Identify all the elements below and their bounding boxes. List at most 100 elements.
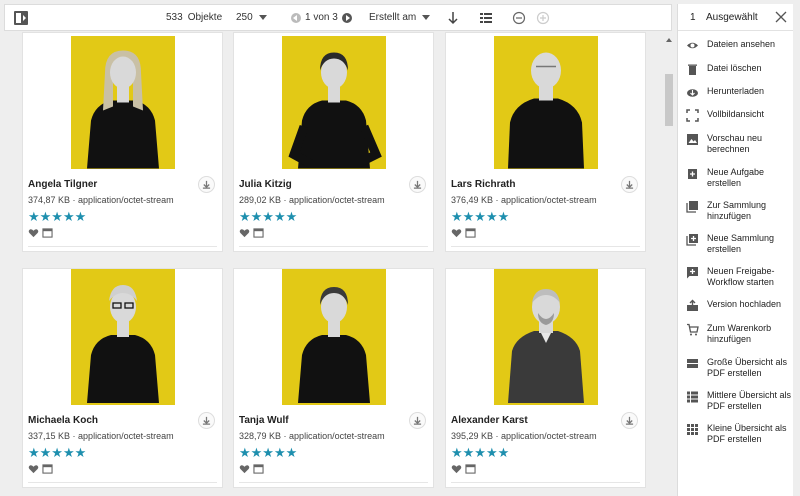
workflow-icon xyxy=(687,267,698,279)
next-page-icon[interactable] xyxy=(341,12,352,23)
panel-action-label: Dateien ansehen xyxy=(707,39,776,49)
zoom-in-icon[interactable] xyxy=(535,10,551,26)
file-type: application/octet-stream xyxy=(78,431,174,441)
panel-action-label: Neue Sammlung erstellen xyxy=(707,233,775,254)
panel-action-image[interactable]: Vorschau neu berechnen xyxy=(678,133,794,163)
file-type: application/octet-stream xyxy=(501,195,597,205)
asset-meta: 328,79 KB · application/octet-stream xyxy=(239,431,385,441)
collection-add-icon xyxy=(686,234,698,246)
panel-action-small-grid[interactable]: Kleine Übersicht als PDF erstellen xyxy=(678,423,794,453)
asset-thumbnail[interactable] xyxy=(494,269,598,405)
file-size: 337,15 KB xyxy=(28,431,71,441)
task-add-icon xyxy=(688,169,697,179)
window-icon[interactable] xyxy=(253,228,264,238)
panel-action-label: Neue Aufgabe erstellen xyxy=(707,167,765,188)
asset-card[interactable]: Lars Richrath 376,49 KB · application/oct… xyxy=(445,32,646,252)
download-icon[interactable] xyxy=(621,412,638,429)
file-size: 376,49 KB xyxy=(451,195,494,205)
pagination: 1 von 3 xyxy=(291,12,352,23)
panel-action-collection[interactable]: Zur Sammlung hinzufügen xyxy=(678,200,794,230)
rating-stars[interactable]: ★★★★★ xyxy=(28,445,86,461)
sort-direction-icon[interactable] xyxy=(445,10,461,26)
download-icon[interactable] xyxy=(198,412,215,429)
rating-stars[interactable]: ★★★★★ xyxy=(451,209,509,225)
window-icon[interactable] xyxy=(465,228,476,238)
asset-meta: 376,49 KB · application/octet-stream xyxy=(451,195,597,205)
card-divider xyxy=(28,246,217,247)
collection-icon xyxy=(686,201,698,213)
panel-action-label: Version hochladen xyxy=(707,299,782,309)
rating-stars[interactable]: ★★★★★ xyxy=(239,445,297,461)
trash-icon xyxy=(688,64,697,75)
cart-add-icon xyxy=(687,323,699,336)
rating-stars[interactable]: ★★★★★ xyxy=(239,209,297,225)
toolbar: 533 Objekte 250 1 von 3 Erstellt am xyxy=(4,4,672,31)
cloud-download-icon xyxy=(687,89,698,97)
panel-action-collection-add[interactable]: Neue Sammlung erstellen xyxy=(678,233,794,263)
list-view-icon[interactable] xyxy=(478,10,494,26)
download-icon[interactable] xyxy=(409,412,426,429)
image-icon xyxy=(687,134,698,145)
download-icon[interactable] xyxy=(621,176,638,193)
asset-card[interactable]: Alexander Karst 395,29 KB · application/o… xyxy=(445,268,646,488)
scrollbar[interactable] xyxy=(664,32,674,496)
card-actions xyxy=(28,228,53,238)
card-divider xyxy=(451,482,640,483)
panel-action-large-list[interactable]: Große Übersicht als PDF erstellen xyxy=(678,357,794,387)
download-icon[interactable] xyxy=(198,176,215,193)
chevron-down-icon xyxy=(258,14,267,20)
heart-icon[interactable] xyxy=(451,464,462,474)
panel-action-label: Herunterladen xyxy=(707,86,765,96)
selection-header: 1 Ausgewählt xyxy=(678,4,794,31)
heart-icon[interactable] xyxy=(451,228,462,238)
heart-icon[interactable] xyxy=(239,464,250,474)
window-icon[interactable] xyxy=(253,464,264,474)
panel-action-workflow[interactable]: Neuen Freigabe-Workflow starten xyxy=(678,266,794,296)
card-divider xyxy=(451,246,640,247)
rating-stars[interactable]: ★★★★★ xyxy=(28,209,86,225)
asset-card[interactable]: Angela Tilgner 374,87 KB · application/oc… xyxy=(22,32,223,252)
scrollbar-thumb[interactable] xyxy=(665,74,673,126)
asset-card[interactable]: Tanja Wulf 328,79 KB · application/octet-… xyxy=(233,268,434,488)
rating-stars[interactable]: ★★★★★ xyxy=(451,445,509,461)
fullscreen-icon xyxy=(686,109,699,122)
medium-list-icon xyxy=(687,391,698,403)
heart-icon[interactable] xyxy=(239,228,250,238)
panel-action-label: Zum Warenkorb hinzufügen xyxy=(707,323,772,344)
file-size: 289,02 KB xyxy=(239,195,282,205)
panel-action-task-add[interactable]: Neue Aufgabe erstellen xyxy=(678,167,794,197)
panel-action-label: Große Übersicht als PDF erstellen xyxy=(707,357,788,378)
panel-action-label: Vorschau neu berechnen xyxy=(707,133,763,154)
window-icon[interactable] xyxy=(465,464,476,474)
panel-action-label: Vollbildansicht xyxy=(707,109,765,119)
asset-card[interactable]: Julia Kitzig 289,02 KB · application/octe… xyxy=(233,32,434,252)
download-icon[interactable] xyxy=(409,176,426,193)
previous-page-icon[interactable] xyxy=(291,12,301,23)
window-icon[interactable] xyxy=(42,228,53,238)
window-icon[interactable] xyxy=(42,464,53,474)
asset-name: Tanja Wulf xyxy=(239,415,289,426)
close-icon[interactable] xyxy=(775,11,787,23)
asset-thumbnail[interactable] xyxy=(71,36,175,169)
sort-select[interactable]: Erstellt am xyxy=(369,12,431,23)
per-page-select[interactable]: 250 xyxy=(236,12,267,23)
object-count-label: Objekte xyxy=(187,12,223,23)
chevron-down-icon xyxy=(422,14,431,20)
zoom-out-icon[interactable] xyxy=(511,10,527,26)
small-grid-icon xyxy=(687,424,698,435)
window-edge xyxy=(793,4,800,496)
file-type: application/octet-stream xyxy=(289,431,385,441)
asset-thumbnail[interactable] xyxy=(71,269,175,405)
asset-name: Angela Tilgner xyxy=(28,179,98,190)
asset-thumbnail[interactable] xyxy=(282,269,386,405)
heart-icon[interactable] xyxy=(28,228,39,238)
panel-action-cart-add[interactable]: Zum Warenkorb hinzufügen xyxy=(678,323,794,353)
asset-card[interactable]: Michaela Koch 337,15 KB · application/oct… xyxy=(22,268,223,488)
heart-icon[interactable] xyxy=(28,464,39,474)
panel-action-medium-list[interactable]: Mittlere Übersicht als PDF erstellen xyxy=(678,390,794,420)
sidebar-toggle-icon[interactable] xyxy=(13,10,29,26)
scroll-up-icon[interactable] xyxy=(666,38,672,42)
asset-thumbnail[interactable] xyxy=(494,36,598,169)
selected-label: Ausgewählt xyxy=(706,12,758,23)
asset-thumbnail[interactable] xyxy=(282,36,386,169)
